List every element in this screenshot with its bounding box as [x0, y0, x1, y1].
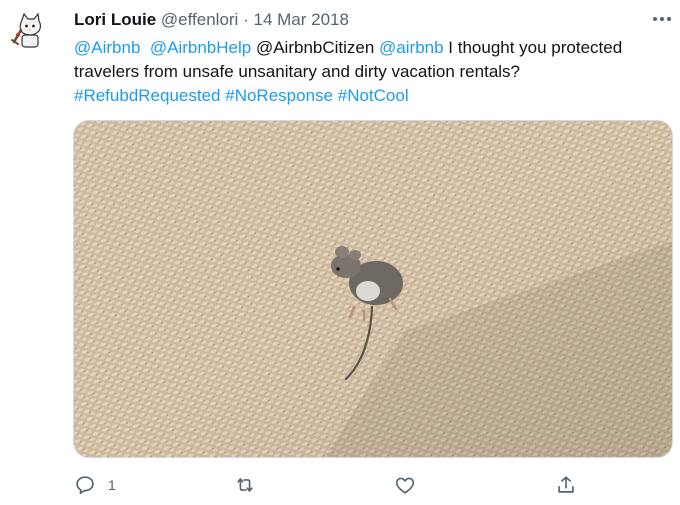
mention-link[interactable]: @Airbnb: [74, 38, 140, 57]
tweet-text-segment: @AirbnbCitizen: [251, 38, 380, 57]
retweet-button[interactable]: [234, 472, 256, 498]
tweet-text-segment: [140, 38, 149, 57]
author-name[interactable]: Lori Louie: [74, 10, 156, 29]
cat-avatar-icon: [8, 8, 52, 52]
mention-link[interactable]: @AirbnbHelp: [150, 38, 251, 57]
retweet-icon: [237, 478, 253, 492]
like-button[interactable]: [394, 472, 416, 498]
hashtag-link[interactable]: #NotCool: [338, 86, 409, 105]
reply-button[interactable]: 1: [74, 472, 116, 498]
tweet-header: Lori Louie @effenlori · 14 Mar 2018: [74, 10, 349, 30]
tweet-date[interactable]: 14 Mar 2018: [253, 10, 348, 29]
avatar[interactable]: [8, 8, 52, 52]
tweet-photo[interactable]: [73, 120, 673, 458]
mention-link[interactable]: @airbnb: [379, 38, 444, 57]
photo-mouse-on-carpet: [74, 121, 672, 457]
reply-icon: [76, 476, 94, 495]
tweet-actions: 1: [0, 472, 680, 500]
author-handle[interactable]: @effenlori: [161, 10, 238, 29]
hashtag-link[interactable]: #NoResponse: [225, 86, 333, 105]
share-button[interactable]: [555, 472, 577, 498]
share-icon: [558, 476, 574, 493]
separator-dot: ·: [243, 10, 249, 29]
more-horizontal-icon[interactable]: [650, 10, 674, 28]
reply-count: 1: [108, 477, 116, 493]
tweet-text: @Airbnb @AirbnbHelp @AirbnbCitizen @airb…: [74, 36, 670, 108]
hashtag-link[interactable]: #RefubdRequested: [74, 86, 221, 105]
heart-icon: [395, 477, 415, 494]
